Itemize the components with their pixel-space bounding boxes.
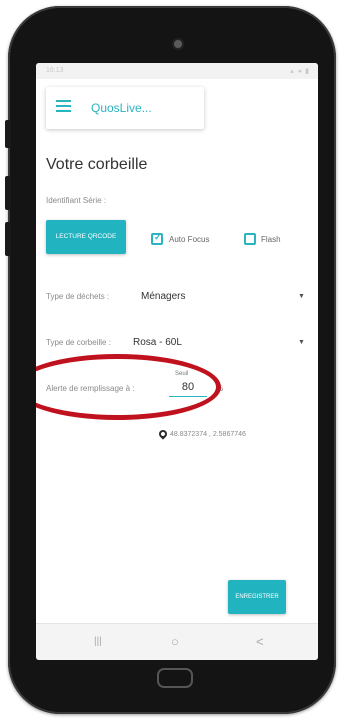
back-icon[interactable]: < xyxy=(256,634,264,649)
scan-qrcode-button[interactable]: LECTURE QRCODE xyxy=(46,220,126,254)
app-title: QuosLive... xyxy=(91,101,152,115)
identifier-label: Identifiant Série : xyxy=(46,196,107,205)
physical-home-key[interactable] xyxy=(157,668,193,688)
bin-type-value: Rosa - 60L xyxy=(133,337,182,348)
phone-side-button xyxy=(5,222,11,256)
dropdown-arrow-icon: ▼ xyxy=(298,339,305,346)
status-time: 16:13 xyxy=(46,67,64,74)
phone-side-button xyxy=(5,120,11,148)
location-coords: 48.8372374 , 2.5867746 xyxy=(170,431,246,438)
front-camera xyxy=(174,40,182,48)
hamburger-icon[interactable] xyxy=(56,100,71,114)
page-title: Votre corbeille xyxy=(46,156,148,173)
dropdown-arrow-icon: ▼ xyxy=(298,293,305,300)
autofocus-label: Auto Focus xyxy=(169,235,210,244)
phone-side-button xyxy=(5,176,11,210)
checkmark-icon: ✓ xyxy=(154,232,162,242)
save-button[interactable]: ENREGISTRER xyxy=(228,580,286,614)
recents-icon[interactable]: ||| xyxy=(94,636,102,647)
location-readout: 48.8372374 , 2.5867746 xyxy=(157,428,246,440)
status-icons: ▴ ◂ ▮ xyxy=(290,68,310,75)
app-bar: QuosLive... xyxy=(46,87,204,129)
waste-type-label: Type de déchets : xyxy=(46,292,110,301)
android-nav-bar: ||| ○ < xyxy=(36,623,318,660)
bin-type-label: Type de corbeille : xyxy=(46,338,111,347)
home-icon[interactable]: ○ xyxy=(171,634,179,649)
location-pin-icon xyxy=(157,428,169,440)
waste-type-value: Ménagers xyxy=(141,291,186,302)
flash-checkbox[interactable] xyxy=(244,233,256,245)
flash-label: Flash xyxy=(261,235,281,244)
autofocus-checkbox[interactable]: ✓ xyxy=(151,232,163,245)
status-bar: 16:13 ▴ ◂ ▮ xyxy=(36,63,318,79)
highlight-ellipse xyxy=(36,354,221,420)
app-screen: 16:13 ▴ ◂ ▮ QuosLive... Votre corbeille … xyxy=(36,63,318,660)
